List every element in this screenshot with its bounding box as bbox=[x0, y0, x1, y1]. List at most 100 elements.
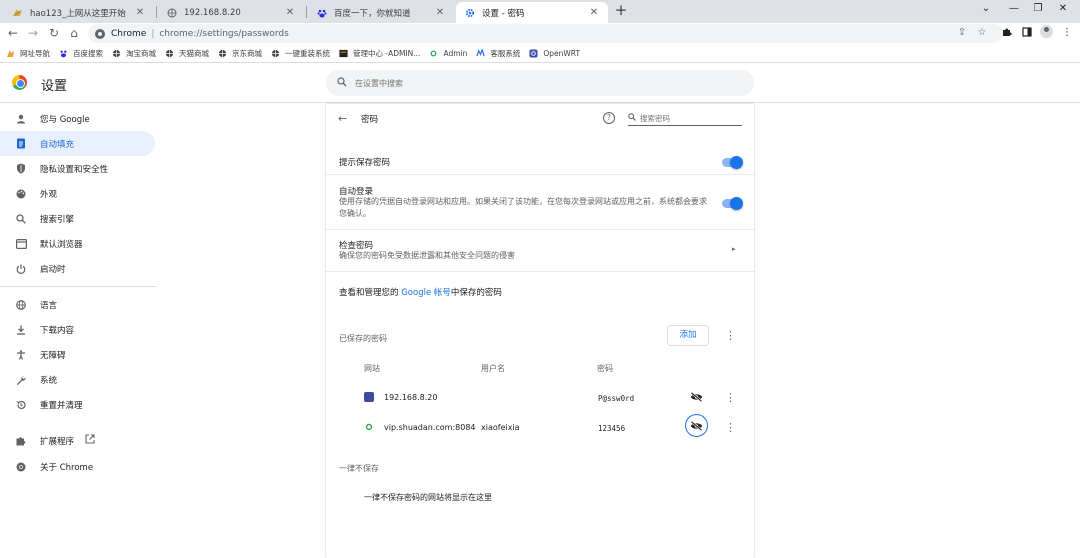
sidebar-item-label: 无障碍 bbox=[40, 350, 66, 361]
folder-icon bbox=[339, 49, 348, 58]
sidebar-item-languages[interactable]: 语言 bbox=[0, 292, 155, 317]
restore-button[interactable]: ❐ bbox=[1028, 3, 1048, 14]
sidebar-item-search-engine[interactable]: 搜索引擎 bbox=[0, 206, 155, 231]
check-passwords-row[interactable]: 检查密码 确保您的密码免受数据泄露和其他安全问题的侵害 ▸ bbox=[326, 230, 754, 272]
never-saved-heading: 一律不保存 bbox=[339, 464, 379, 473]
password-row-more-icon[interactable]: ⋮ bbox=[725, 392, 736, 403]
bookmark-item[interactable]: 淘宝商城 bbox=[112, 48, 156, 59]
bookmark-item[interactable]: OpenWRT bbox=[529, 49, 580, 58]
bookmark-item[interactable]: 一键重装系统 bbox=[271, 48, 330, 59]
sidebar-item-label: 重置并清理 bbox=[40, 400, 83, 411]
sidebar-item-system[interactable]: 系统 bbox=[0, 367, 155, 392]
bookmark-item[interactable]: 客服系统 bbox=[476, 48, 520, 59]
password-search[interactable] bbox=[628, 111, 742, 126]
bookmark-item[interactable]: Admin bbox=[429, 49, 467, 58]
column-header-password: 密码 bbox=[597, 364, 613, 373]
password-search-input[interactable] bbox=[640, 113, 735, 123]
chevron-right-icon: ▸ bbox=[732, 245, 736, 253]
google-account-link[interactable]: Google 帐号 bbox=[401, 288, 451, 298]
sidebar-item-accessibility[interactable]: 无障碍 bbox=[0, 342, 155, 367]
globe-icon bbox=[112, 49, 121, 58]
sidebar-item-on-startup[interactable]: 启动时 bbox=[0, 256, 155, 281]
profile-avatar[interactable] bbox=[1040, 25, 1053, 38]
close-icon[interactable]: ✕ bbox=[284, 7, 296, 18]
new-tab-button[interactable]: + bbox=[613, 3, 629, 19]
sidebar-item-privacy[interactable]: 隐私设置和安全性 bbox=[0, 156, 155, 181]
home-button[interactable]: ⌂ bbox=[66, 25, 82, 41]
offer-to-save-row: 提示保存密码 bbox=[326, 138, 754, 175]
address-bar[interactable]: Chrome | chrome://settings/passwords bbox=[88, 24, 1003, 43]
sidebar-item-label: 语言 bbox=[40, 300, 58, 311]
forward-button[interactable]: → bbox=[25, 25, 41, 41]
bookmark-star-icon[interactable]: ☆ bbox=[975, 27, 989, 38]
password-row: 192.168.8.20 P@ssw0rd ⋮ bbox=[326, 383, 754, 413]
close-window-button[interactable]: ✕ bbox=[1053, 3, 1073, 14]
bookmark-item[interactable]: 京东商城 bbox=[218, 48, 262, 59]
never-saved-empty-text: 一律不保存密码的网站将显示在这里 bbox=[364, 493, 492, 502]
hide-password-eye-icon[interactable] bbox=[688, 389, 704, 405]
search-icon bbox=[15, 213, 27, 225]
auto-signin-row: 自动登录 使用存储的凭据自动登录网站和应用。如果关闭了该功能，在您每次登录网站或… bbox=[326, 175, 754, 230]
back-arrow-icon[interactable]: ← bbox=[338, 112, 347, 125]
offer-to-save-toggle[interactable] bbox=[722, 156, 743, 169]
tab-baidu[interactable]: 百度一下，你就知道 ✕ bbox=[308, 2, 454, 23]
reload-button[interactable]: ↻ bbox=[46, 25, 62, 41]
side-panel-icon[interactable] bbox=[1020, 27, 1034, 40]
open-in-new-icon bbox=[85, 434, 95, 447]
minimize-button[interactable]: — bbox=[1004, 3, 1024, 14]
password-row-more-icon[interactable]: ⋮ bbox=[725, 422, 736, 433]
check-passwords-description: 确保您的密码免受数据泄露和其他安全问题的侵害 bbox=[339, 251, 515, 260]
bookmark-label: 京东商城 bbox=[232, 48, 262, 58]
share-icon[interactable]: ⇪ bbox=[955, 27, 969, 38]
passwords-title: 密码 bbox=[361, 115, 379, 125]
language-icon bbox=[15, 299, 27, 311]
globe-icon bbox=[218, 49, 227, 58]
tab-hao123[interactable]: hao123_上网从这里开始 ✕ bbox=[4, 2, 154, 23]
sidebar-item-appearance[interactable]: 外观 bbox=[0, 181, 155, 206]
bookmark-item[interactable]: 天猫商城 bbox=[165, 48, 209, 59]
bookmark-item[interactable]: 网址导航 bbox=[6, 48, 50, 59]
tab-strip: hao123_上网从这里开始 ✕ 192.168.8.20 ✕ 百度一下，你就知… bbox=[0, 0, 1080, 23]
back-button[interactable]: ← bbox=[5, 25, 21, 41]
sidebar-item-about-chrome[interactable]: 关于 Chrome bbox=[0, 454, 155, 479]
tab-settings-passwords[interactable]: 设置 - 密码 ✕ bbox=[456, 2, 608, 23]
tab-separator bbox=[156, 6, 157, 18]
sidebar-item-you-and-google[interactable]: 您与 Google bbox=[0, 106, 155, 131]
bookmark-label: 百度搜索 bbox=[73, 48, 103, 58]
auto-signin-toggle[interactable] bbox=[722, 197, 743, 210]
dot-icon bbox=[429, 49, 438, 58]
close-icon[interactable]: ✕ bbox=[588, 7, 600, 18]
toolbar: ← → ↻ ⌂ Chrome | chrome://settings/passw… bbox=[0, 23, 1080, 44]
address-divider: | bbox=[151, 28, 155, 39]
sidebar-item-default-browser[interactable]: 默认浏览器 bbox=[0, 231, 155, 256]
saved-passwords-heading: 已保存的密码 bbox=[339, 334, 387, 343]
add-password-button[interactable]: 添加 bbox=[667, 325, 709, 346]
tab-192-168-8-20[interactable]: 192.168.8.20 ✕ bbox=[158, 2, 304, 23]
sidebar-item-downloads[interactable]: 下载内容 bbox=[0, 317, 155, 342]
tab-search-chevron-icon[interactable]: ⌄ bbox=[976, 3, 996, 14]
bookmark-item[interactable]: 百度搜索 bbox=[59, 48, 103, 59]
help-icon[interactable]: ? bbox=[603, 112, 615, 124]
settings-search[interactable] bbox=[326, 70, 754, 96]
sidebar-item-reset[interactable]: 重置并清理 bbox=[0, 392, 155, 417]
bookmark-item[interactable]: 管理中心 -ADMIN... bbox=[339, 48, 420, 59]
bookmark-label: 客服系统 bbox=[490, 48, 521, 58]
extensions-puzzle-icon[interactable] bbox=[1000, 27, 1014, 40]
sidebar-item-extensions[interactable]: 扩展程序 bbox=[0, 428, 155, 453]
password-value: P@ssw0rd bbox=[598, 394, 635, 403]
settings-search-input[interactable] bbox=[355, 78, 735, 88]
globe-icon bbox=[271, 49, 280, 58]
more-menu-icon[interactable]: ⋮ bbox=[1060, 27, 1074, 38]
address-url: chrome://settings/passwords bbox=[159, 28, 289, 39]
password-row: vip.shuadan.com:8084 xiaofeixia 123456 ⋮ bbox=[326, 413, 754, 443]
openwrt-icon bbox=[529, 48, 538, 58]
hide-password-eye-icon[interactable] bbox=[685, 414, 708, 437]
passwords-header: ← 密码 ? bbox=[326, 104, 754, 133]
close-icon[interactable]: ✕ bbox=[434, 7, 446, 18]
close-icon[interactable]: ✕ bbox=[134, 7, 146, 18]
saved-passwords-more-icon[interactable]: ⋮ bbox=[725, 330, 736, 341]
sidebar-item-label: 外观 bbox=[40, 189, 58, 200]
sidebar-item-autofill[interactable]: 自动填充 bbox=[0, 131, 155, 156]
sidebar-item-label: 自动填充 bbox=[40, 139, 75, 150]
bookmark-label: 淘宝商城 bbox=[126, 48, 156, 58]
